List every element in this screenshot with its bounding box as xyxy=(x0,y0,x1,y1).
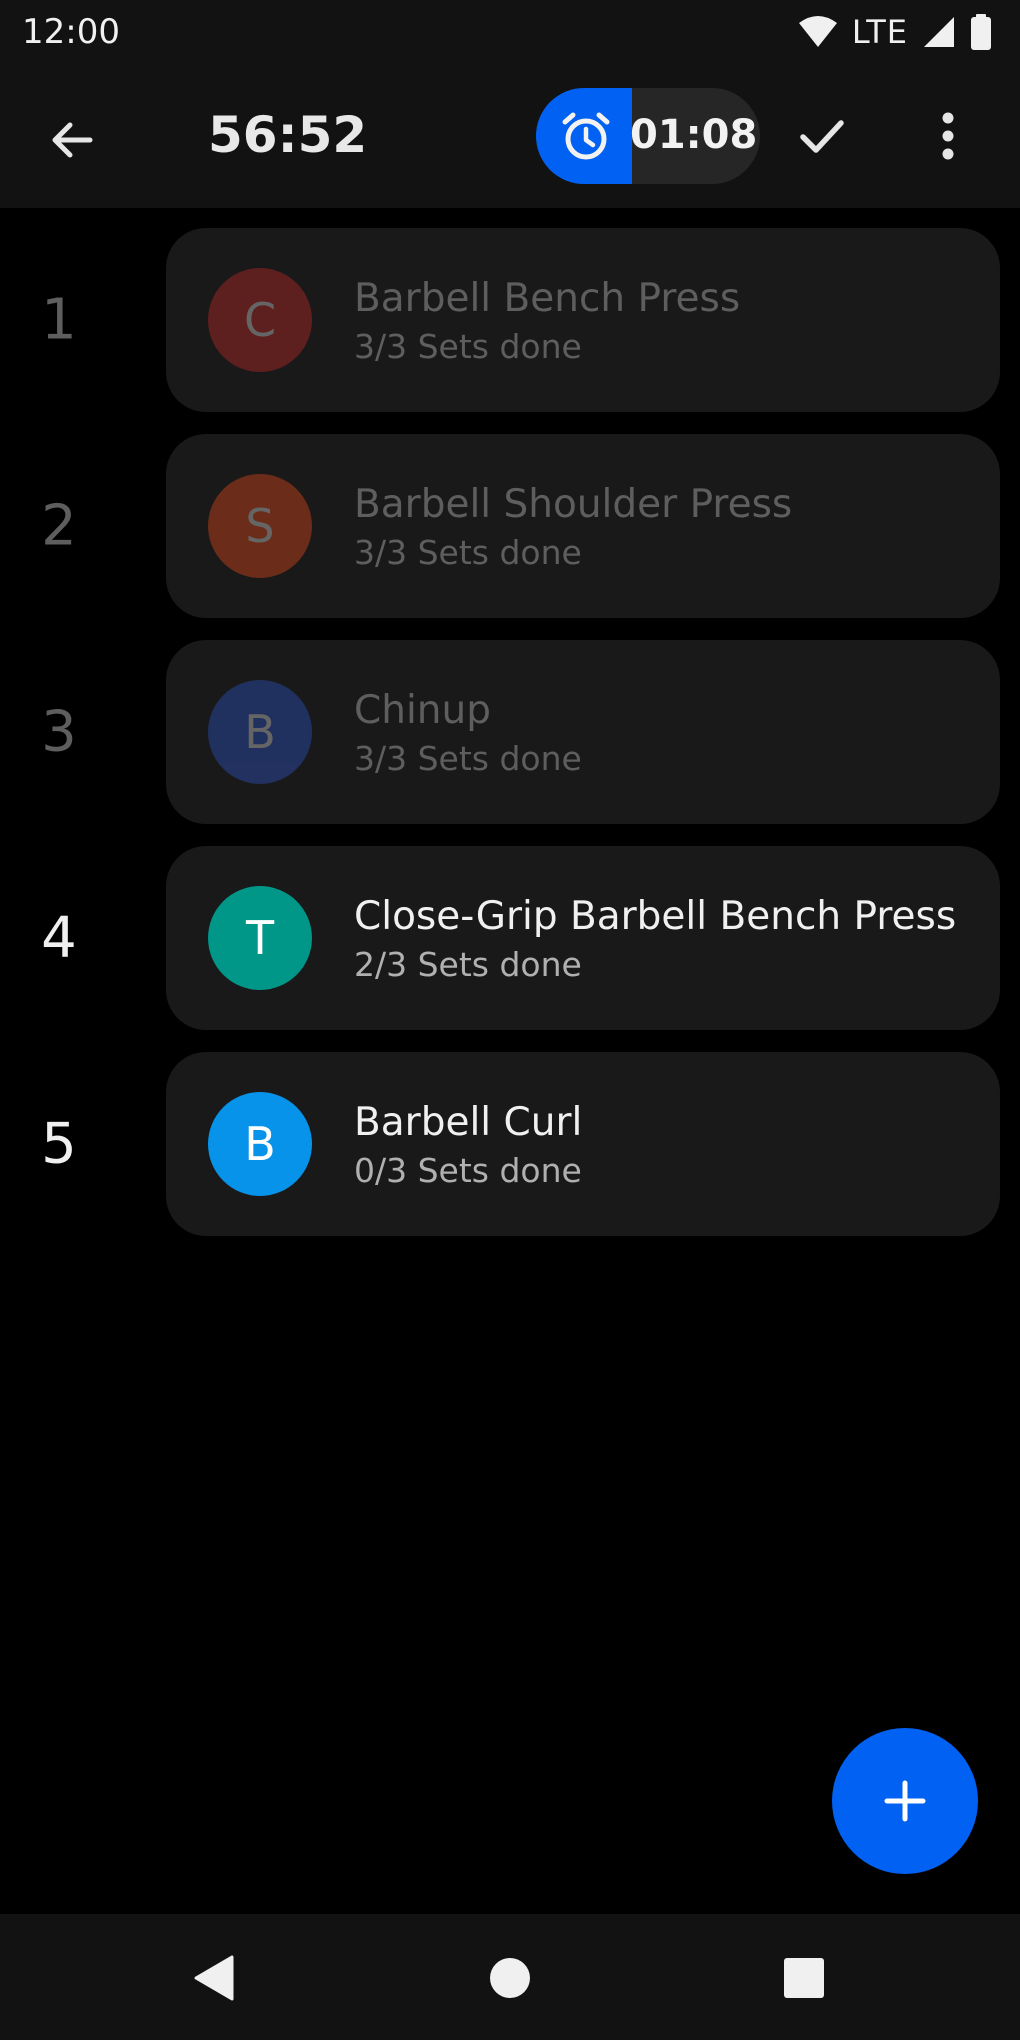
exercise-row: 4 T Close-Grip Barbell Bench Press 2/3 S… xyxy=(0,846,1020,1030)
exercise-name: Barbell Curl xyxy=(354,1100,583,1145)
system-nav-bar xyxy=(0,1914,1020,2040)
status-icons: LTE xyxy=(798,12,992,52)
exercise-index: 5 xyxy=(41,1111,77,1177)
more-vert-icon xyxy=(942,112,954,160)
network-label: LTE xyxy=(851,13,908,51)
exercise-sets: 3/3 Sets done xyxy=(354,739,582,778)
add-exercise-button[interactable] xyxy=(832,1728,978,1874)
exercise-card[interactable]: T Close-Grip Barbell Bench Press 2/3 Set… xyxy=(166,846,1000,1030)
signal-icon xyxy=(924,17,954,47)
exercise-avatar: C xyxy=(208,268,312,372)
alarm-clock-icon xyxy=(562,112,610,160)
exercise-sets: 3/3 Sets done xyxy=(354,533,582,572)
exercise-index: 3 xyxy=(41,699,77,765)
more-options-button[interactable] xyxy=(912,100,984,172)
exercise-text: Barbell Curl 0/3 Sets done xyxy=(354,1095,976,1193)
rest-timer-remaining: 01:08 xyxy=(630,112,758,158)
status-bar: 12:00 LTE xyxy=(0,0,1020,64)
plus-icon xyxy=(884,1780,926,1822)
rest-timer-button[interactable]: 01:08 xyxy=(536,88,760,184)
wifi-icon xyxy=(798,16,837,47)
exercise-avatar: B xyxy=(208,680,312,784)
exercise-sets: 2/3 Sets done xyxy=(354,945,582,984)
battery-icon xyxy=(971,14,991,50)
exercise-row: 1 C Barbell Bench Press 3/3 Sets done xyxy=(0,228,1020,412)
back-arrow-icon xyxy=(52,122,93,158)
exercise-sets: 0/3 Sets done xyxy=(354,1151,582,1190)
exercise-text: Barbell Bench Press 3/3 Sets done xyxy=(354,271,976,369)
exercise-card[interactable]: B Barbell Curl 0/3 Sets done xyxy=(166,1052,1000,1236)
nav-home-button[interactable] xyxy=(468,1936,552,2020)
elapsed-time: 56:52 xyxy=(208,106,368,164)
exercise-card[interactable]: S Barbell Shoulder Press 3/3 Sets done xyxy=(166,434,1000,618)
exercise-name: Close-Grip Barbell Bench Press xyxy=(354,894,957,939)
exercise-row: 2 S Barbell Shoulder Press 3/3 Sets done xyxy=(0,434,1020,618)
nav-recents-button[interactable] xyxy=(762,1936,846,2020)
nav-recents-icon xyxy=(784,1958,824,1998)
nav-home-icon xyxy=(490,1958,530,1998)
status-time: 12:00 xyxy=(22,12,120,52)
nav-back-button[interactable] xyxy=(172,1936,256,2020)
exercise-text: Close-Grip Barbell Bench Press 2/3 Sets … xyxy=(354,889,976,987)
exercise-name: Chinup xyxy=(354,688,491,733)
exercise-index: 4 xyxy=(41,905,77,971)
exercise-index: 2 xyxy=(41,493,77,559)
exercise-card[interactable]: C Barbell Bench Press 3/3 Sets done xyxy=(166,228,1000,412)
exercise-name: Barbell Shoulder Press xyxy=(354,482,793,527)
check-icon xyxy=(800,120,844,153)
exercise-avatar: S xyxy=(208,474,312,578)
exercise-name: Barbell Bench Press xyxy=(354,276,741,321)
exercise-row: 5 B Barbell Curl 0/3 Sets done xyxy=(0,1052,1020,1236)
nav-back-icon xyxy=(194,1955,234,2001)
exercise-card[interactable]: B Chinup 3/3 Sets done xyxy=(166,640,1000,824)
exercise-avatar: T xyxy=(208,886,312,990)
exercise-list: 1 C Barbell Bench Press 3/3 Sets done 2 … xyxy=(0,228,1020,1258)
app-bar: 56:52 01:08 xyxy=(0,64,1020,208)
finish-workout-button[interactable] xyxy=(786,100,858,172)
exercise-row: 3 B Chinup 3/3 Sets done xyxy=(0,640,1020,824)
back-button[interactable] xyxy=(36,104,108,176)
exercise-index: 1 xyxy=(41,287,77,353)
exercise-text: Chinup 3/3 Sets done xyxy=(354,683,976,781)
exercise-text: Barbell Shoulder Press 3/3 Sets done xyxy=(354,477,976,575)
exercise-avatar: B xyxy=(208,1092,312,1196)
exercise-sets: 3/3 Sets done xyxy=(354,327,582,366)
